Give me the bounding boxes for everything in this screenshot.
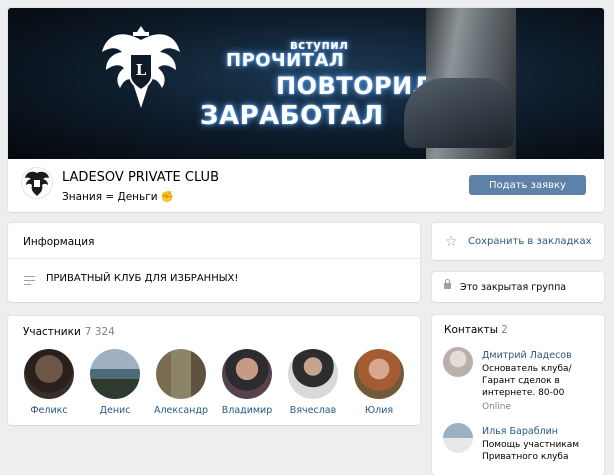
info-card: Информация ПРИВАТНЫЙ КЛУБ ДЛЯ ИЗБРАННЫХ! bbox=[8, 223, 420, 302]
member-item[interactable]: Феликс bbox=[19, 349, 79, 416]
cover-image: L вступил ПРОЧИТАЛ ПОВТОРИЛ ЗАРАБОТАЛ bbox=[8, 8, 604, 159]
member-item[interactable]: Юлия bbox=[349, 349, 409, 416]
cover-slogan-line-4: ЗАРАБОТАЛ bbox=[200, 101, 384, 131]
contact-description: Основатель клуба/ Гарант сделок в интерн… bbox=[482, 364, 572, 398]
divider bbox=[8, 258, 420, 259]
svg-text:L: L bbox=[136, 61, 147, 79]
member-name[interactable]: Владимир bbox=[217, 405, 277, 416]
members-card: Участники 7 324 Феликс Денис Александр Вл… bbox=[8, 316, 420, 425]
contact-name[interactable]: Илья Бараблин bbox=[482, 426, 558, 437]
group-name: LADESOV PRIVATE CLUB bbox=[62, 170, 219, 185]
member-item[interactable]: Александр bbox=[151, 349, 211, 416]
member-avatar[interactable] bbox=[156, 349, 206, 399]
group-avatar[interactable] bbox=[21, 167, 53, 199]
info-title[interactable]: Информация bbox=[23, 236, 94, 248]
save-bookmark-link[interactable]: Сохранить в закладках bbox=[468, 236, 592, 247]
contact-name[interactable]: Дмитрий Ладесов bbox=[482, 350, 572, 361]
member-name[interactable]: Александр bbox=[151, 405, 211, 416]
group-description: ПРИВАТНЫЙ КЛУБ ДЛЯ ИЗБРАННЫХ! bbox=[46, 273, 239, 284]
member-item[interactable]: Владимир bbox=[217, 349, 277, 416]
star-icon: ☆ bbox=[445, 234, 458, 250]
member-name[interactable]: Юлия bbox=[349, 405, 409, 416]
group-status: Знания = Деньги ✊ bbox=[62, 191, 174, 203]
bookmark-card[interactable]: ☆ Сохранить в закладках bbox=[432, 223, 604, 260]
contacts-title-label[interactable]: Контакты bbox=[444, 324, 498, 336]
member-name[interactable]: Денис bbox=[85, 405, 145, 416]
member-item[interactable]: Вячеслав bbox=[283, 349, 343, 416]
member-avatar[interactable] bbox=[354, 349, 404, 399]
contact-avatar[interactable] bbox=[443, 423, 473, 453]
member-avatar[interactable] bbox=[222, 349, 272, 399]
contacts-title[interactable]: Контакты 2 bbox=[444, 324, 508, 336]
hand-image bbox=[404, 78, 514, 148]
members-title[interactable]: Участники 7 324 bbox=[23, 326, 115, 338]
members-count: 7 324 bbox=[84, 326, 115, 338]
cover-slogan-line-2: ПРОЧИТАЛ bbox=[226, 50, 345, 71]
join-request-button[interactable]: Подать заявку bbox=[469, 175, 586, 195]
description-icon bbox=[24, 276, 35, 288]
contact-status: Online bbox=[482, 402, 512, 412]
members-title-label[interactable]: Участники bbox=[23, 326, 81, 338]
closed-group-card: Это закрытая группа bbox=[432, 272, 604, 302]
lock-icon bbox=[444, 279, 451, 289]
lion-crest-logo: L bbox=[102, 26, 180, 108]
member-avatar[interactable] bbox=[90, 349, 140, 399]
member-avatar[interactable] bbox=[288, 349, 338, 399]
group-header-card: L вступил ПРОЧИТАЛ ПОВТОРИЛ ЗАРАБОТАЛ LA… bbox=[8, 8, 604, 212]
contact-avatar[interactable] bbox=[443, 347, 473, 377]
contact-description: Помощь участникам Приватного клуба bbox=[482, 440, 580, 462]
member-item[interactable]: Денис bbox=[85, 349, 145, 416]
closed-group-label: Это закрытая группа bbox=[460, 282, 567, 293]
member-name[interactable]: Вячеслав bbox=[283, 405, 343, 416]
contacts-card: Контакты 2 Дмитрий Ладесов Основатель клу… bbox=[432, 315, 604, 475]
contacts-count: 2 bbox=[501, 324, 508, 336]
member-avatar[interactable] bbox=[24, 349, 74, 399]
member-name[interactable]: Феликс bbox=[19, 405, 79, 416]
